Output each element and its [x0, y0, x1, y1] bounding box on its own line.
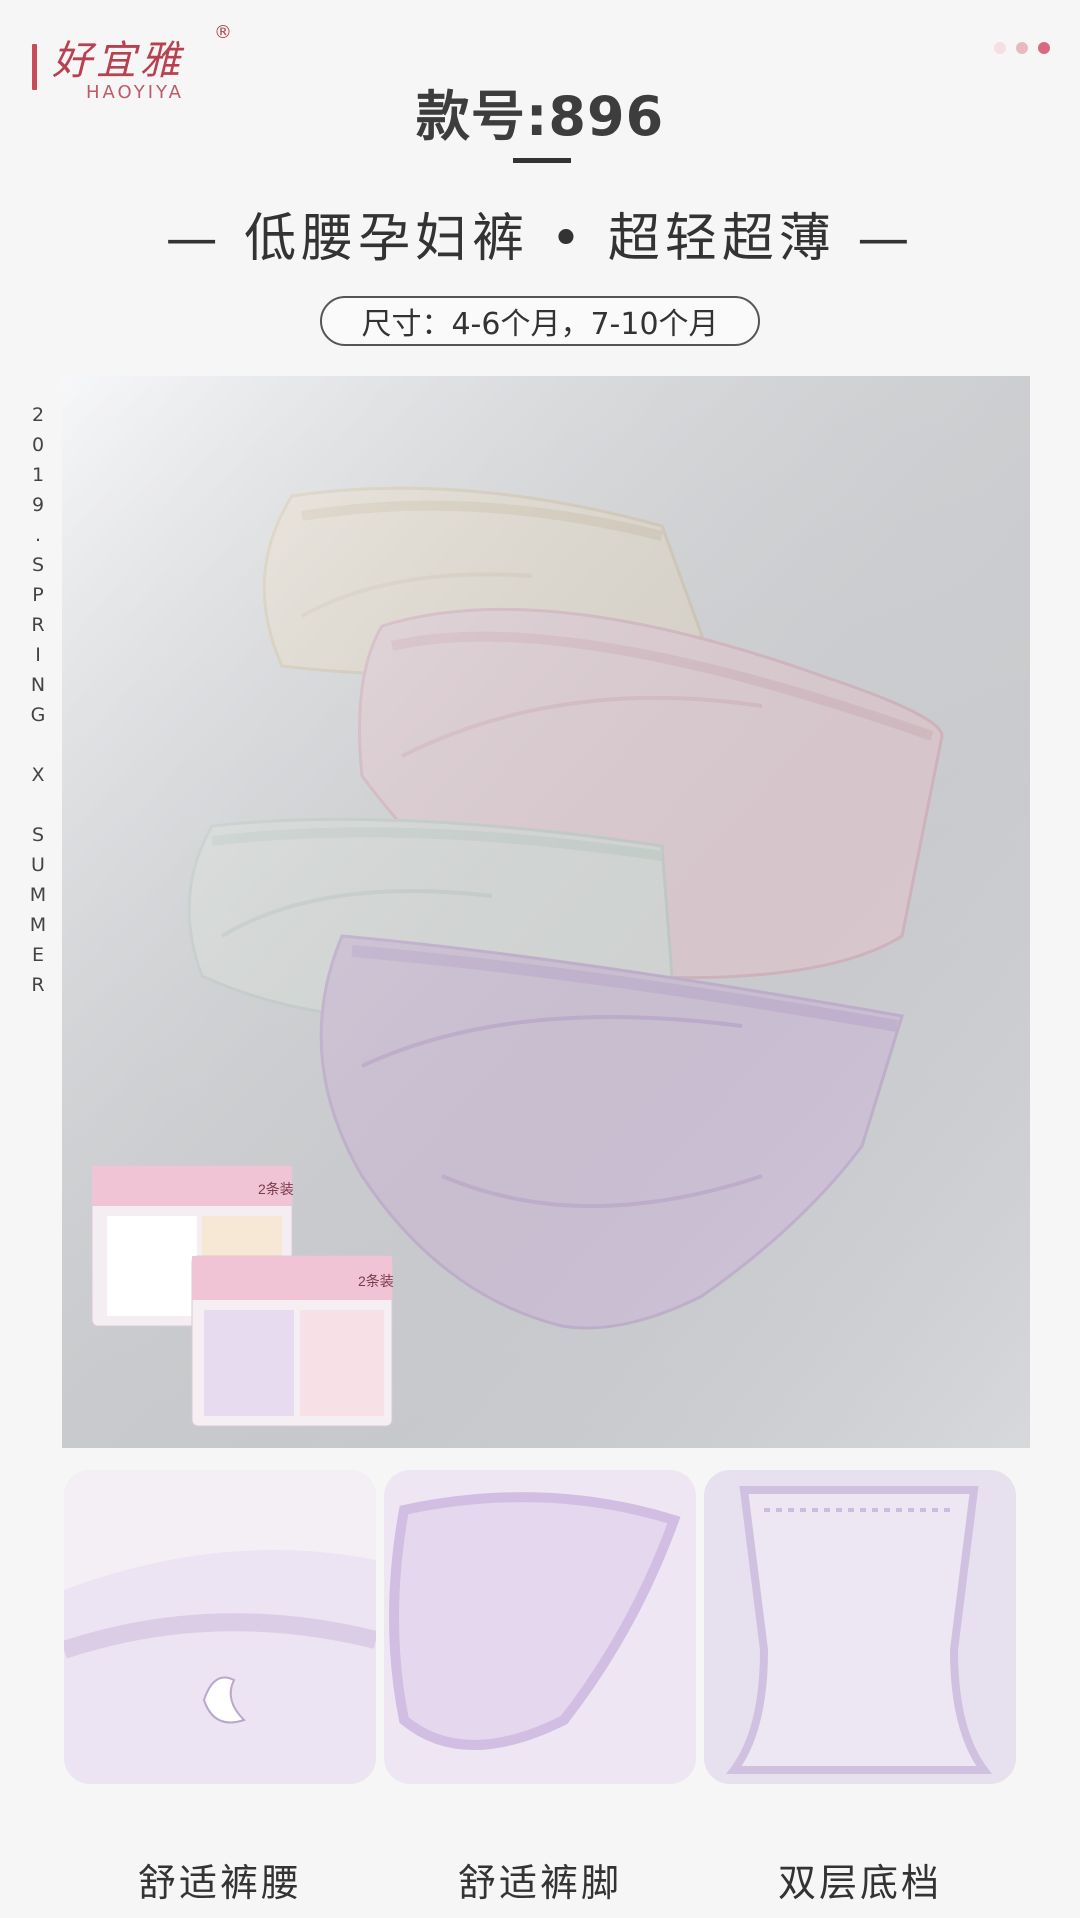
side-char: 2 [31, 404, 45, 426]
side-char: P [32, 584, 44, 606]
waistband-detail-image [64, 1470, 376, 1784]
side-char: . [34, 524, 42, 546]
feature-label-waistband: 舒适裤腰 [137, 1861, 302, 1905]
page-dots [994, 42, 1050, 54]
dot-2 [1016, 42, 1028, 54]
pack-2-label: 2条装 [358, 1273, 394, 1289]
side-char: X [31, 764, 45, 786]
side-char: S [31, 824, 45, 846]
side-char: U [31, 854, 45, 876]
season-vertical-text: 2019.SPRING X SUMMER [26, 400, 50, 1000]
feature-label-leg-opening: 舒适裤脚 [457, 1861, 622, 1905]
side-char: I [35, 644, 41, 666]
dot-1 [994, 42, 1006, 54]
pack-1-label: 2条装 [258, 1181, 294, 1197]
side-char: N [30, 674, 46, 696]
product-subtitle: — 低腰孕妇裤 • 超轻超薄 — [165, 209, 915, 269]
leg-opening-detail-image [384, 1470, 696, 1784]
side-char: 1 [31, 464, 45, 486]
side-char [26, 790, 50, 820]
size-badge: 尺寸：4-6个月，7-10个月 [320, 296, 760, 346]
side-char: R [31, 614, 45, 636]
double-crotch-detail-image [704, 1470, 1016, 1784]
side-char: S [31, 554, 45, 576]
feature-label-double-crotch: 双层底档 [777, 1861, 942, 1905]
registered-mark: ® [214, 22, 232, 43]
product-photo: 2条装 2条装 [62, 376, 1030, 1448]
side-char: 0 [31, 434, 45, 456]
side-char: G [30, 704, 46, 726]
side-char [26, 730, 50, 760]
side-char: R [31, 974, 45, 996]
model-number: 款号:896 [415, 85, 665, 148]
title-underline [513, 158, 571, 163]
side-char: 9 [31, 494, 45, 516]
side-char: M [29, 884, 47, 906]
dot-3 [1038, 42, 1050, 54]
size-text: 尺寸：4-6个月，7-10个月 [361, 307, 719, 342]
side-char: M [29, 914, 47, 936]
side-char: E [31, 944, 44, 966]
